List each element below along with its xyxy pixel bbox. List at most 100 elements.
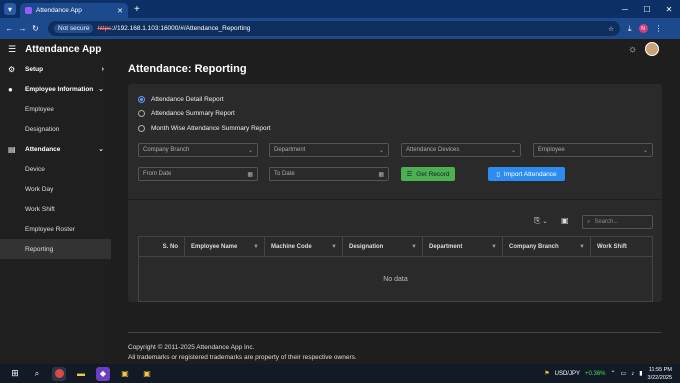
sidebar-item-employee-information[interactable]: ● Employee Information ⌄ [0, 79, 111, 99]
battery-icon[interactable]: ▮ [639, 370, 642, 377]
filter-icon[interactable]: ▼ [579, 244, 585, 250]
export-menu[interactable]: ⎘ ⌄ [534, 216, 547, 226]
employee-select[interactable]: Employee ⌄ [533, 143, 653, 157]
select-placeholder: Attendance Devices [406, 147, 460, 153]
sidebar-item-work-day[interactable]: Work Day [0, 179, 111, 199]
radio-summary-report[interactable]: Attendance Summary Report [138, 110, 235, 117]
column-label: Department [429, 243, 463, 250]
sidebar-item-label: Attendance [25, 145, 61, 153]
get-record-button[interactable]: ☰ Get Record [401, 167, 455, 181]
sidebar-item-setup[interactable]: ⚙ Setup › [0, 59, 111, 79]
sidebar-item-label: Setup [25, 65, 44, 73]
import-attendance-button[interactable]: ▯ Import Attendance [488, 167, 565, 181]
header-actions: ☼ [628, 42, 660, 56]
radio-month-wise-report[interactable]: Month Wise Attendance Summary Report [138, 125, 271, 132]
radio-detail-report[interactable]: Attendance Detail Report [138, 96, 224, 103]
search-icon[interactable]: ⌕ [30, 367, 44, 381]
calendar-icon[interactable]: ▦ [378, 171, 384, 178]
theme-toggle-icon[interactable]: ☼ [628, 44, 637, 55]
filter-icon[interactable]: ▼ [411, 244, 417, 250]
hamburger-icon[interactable]: ☰ [8, 44, 16, 55]
attendance-devices-select[interactable]: Attendance Devices ⌄ [401, 143, 521, 157]
not-secure-badge[interactable]: Not secure [54, 24, 94, 33]
user-avatar[interactable] [645, 42, 660, 56]
sidebar: ☰ Attendance App ⚙ Setup › ● Employee In… [0, 39, 111, 364]
radio-selected-icon [138, 96, 145, 103]
user-icon: ● [8, 84, 13, 94]
copyright-text: Copyright © 2011-2025 Attendance App Inc… [128, 344, 255, 351]
close-tab-icon[interactable]: ✕ [117, 7, 123, 15]
search-input[interactable]: ⌕ Search... [582, 215, 653, 229]
company-branch-select[interactable]: Company Branch ⌄ [138, 143, 258, 157]
column-header-department[interactable]: Department ▼ [423, 237, 503, 256]
settings-icon: ⚙ [8, 64, 16, 74]
sidebar-item-label: Work Shift [25, 205, 55, 213]
minimize-icon[interactable]: ─ [614, 5, 636, 14]
back-icon[interactable]: ← [3, 24, 16, 33]
column-header-work-shift[interactable]: Work Shift [591, 237, 652, 256]
browser-menu-icon[interactable]: ⋮ [655, 24, 663, 33]
column-header-employee-name[interactable]: Employee Name ▼ [185, 237, 265, 256]
reload-icon[interactable]: ↻ [29, 24, 42, 33]
filter-icon[interactable]: ▼ [491, 244, 497, 250]
volume-icon[interactable]: ♪ [631, 371, 634, 377]
column-label: S. No [162, 243, 178, 250]
to-date-field[interactable]: To Date ▦ [269, 167, 389, 181]
windows-start-icon[interactable]: ⊞ [8, 367, 22, 381]
new-tab-button[interactable]: + [134, 4, 140, 15]
column-header-company-branch[interactable]: Company Branch ▼ [503, 237, 591, 256]
column-header-sno[interactable]: S. No [139, 237, 185, 256]
sidebar-item-attendance[interactable]: ▤ Attendance ⌄ [0, 139, 111, 159]
sidebar-item-work-shift[interactable]: Work Shift [0, 199, 111, 219]
page-title: Attendance: Reporting [128, 63, 247, 75]
chevron-right-icon: › [101, 65, 104, 73]
sidebar-item-label: Work Day [25, 185, 54, 193]
download-icon[interactable]: ⤓ [628, 24, 632, 34]
forward-icon[interactable]: → [16, 24, 29, 33]
column-header-machine-code[interactable]: Machine Code ▼ [265, 237, 343, 256]
column-label: Company Branch [509, 243, 559, 250]
department-select[interactable]: Department ⌄ [269, 143, 389, 157]
browser-tab[interactable]: Attendance App ✕ [20, 3, 128, 18]
divider [128, 199, 662, 200]
sidebar-item-employee-roster[interactable]: Employee Roster [0, 219, 111, 239]
report-card: Attendance Detail Report Attendance Summ… [128, 84, 662, 302]
sidebar-item-designation[interactable]: Designation [0, 119, 111, 139]
visual-studio-icon[interactable]: ◆ [96, 366, 110, 381]
filter-icon[interactable]: ▼ [331, 244, 337, 250]
url-field[interactable]: Not secure https ://192.168.1.103:16000/… [48, 21, 620, 36]
column-header-designation[interactable]: Designation ▼ [343, 237, 423, 256]
maximize-icon[interactable]: ☐ [636, 5, 658, 14]
chrome-icon[interactable] [52, 366, 66, 381]
date-placeholder: From Date [143, 171, 172, 177]
system-tray: ⚑ USD/JPY +0.36% ⌃ ▭ ♪ ▮ 11:55 PM 3/22/2… [544, 366, 672, 382]
app-header: ☰ Attendance App [0, 39, 111, 59]
bookmark-star-icon[interactable]: ☆ [608, 25, 614, 33]
clock[interactable]: 11:55 PM 3/22/2025 [648, 366, 672, 382]
ticker-change: +0.36% [584, 370, 606, 377]
sidebar-item-device[interactable]: Device [0, 159, 111, 179]
app-icon[interactable]: ▣ [140, 367, 154, 381]
url-scheme: https [97, 25, 112, 32]
profile-icon[interactable]: N [638, 24, 648, 33]
sidebar-item-employee[interactable]: Employee [0, 99, 111, 119]
file-explorer-icon[interactable]: ▬ [74, 367, 88, 381]
tab-menu-icon[interactable]: ▾ [4, 3, 16, 15]
column-chooser-icon[interactable]: ▣ [561, 216, 569, 225]
radio-unselected-icon [138, 125, 145, 132]
calendar-icon[interactable]: ▦ [247, 171, 253, 178]
ticker-name[interactable]: USD/JPY [555, 371, 580, 377]
search-icon: ⌕ [587, 218, 591, 225]
network-icon[interactable]: ▭ [621, 370, 627, 377]
app-icon[interactable]: ▣ [118, 367, 132, 381]
radio-label: Month Wise Attendance Summary Report [151, 125, 271, 132]
main-content: Attendance: Reporting Attendance Detail … [111, 58, 680, 364]
sidebar-item-reporting[interactable]: Reporting [0, 239, 111, 259]
chevron-up-icon[interactable]: ⌃ [611, 370, 616, 377]
address-bar: ← → ↻ Not secure https ://192.168.1.103:… [0, 18, 680, 39]
tab-title: Attendance App [36, 7, 82, 14]
filter-icon[interactable]: ▼ [253, 244, 259, 250]
column-label: Machine Code [271, 243, 312, 250]
close-window-icon[interactable]: ✕ [658, 5, 680, 14]
from-date-field[interactable]: From Date ▦ [138, 167, 258, 181]
